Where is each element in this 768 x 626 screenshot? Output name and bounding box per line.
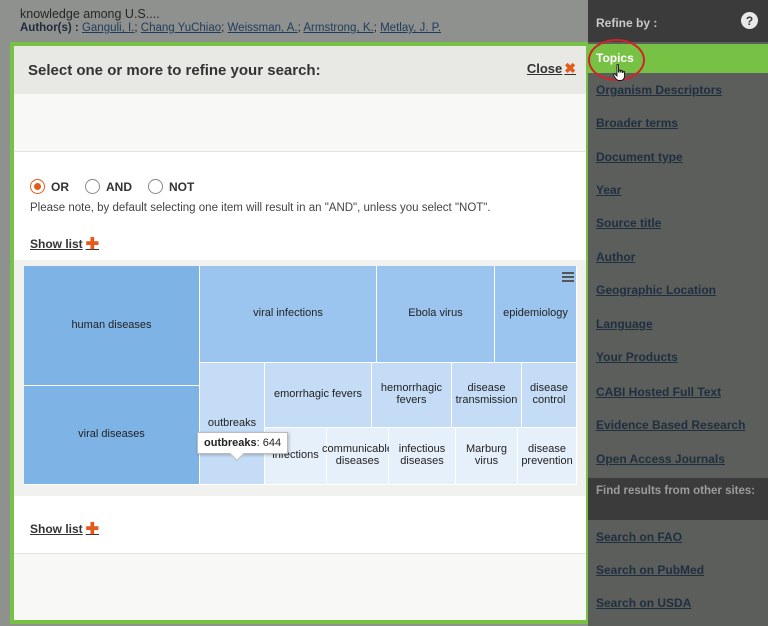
or-option[interactable]: OR bbox=[30, 179, 69, 194]
not-label[interactable]: NOT bbox=[169, 180, 194, 194]
show-list-bottom[interactable]: Show list ✚ bbox=[30, 518, 99, 538]
treemap-tile[interactable]: viral diseases bbox=[24, 386, 200, 485]
show-list-label[interactable]: Show list bbox=[30, 237, 83, 251]
author-link[interactable]: Ganguli, I. bbox=[82, 22, 134, 34]
modal-footer-panel bbox=[14, 554, 586, 620]
modal-header: Select one or more to refine your search… bbox=[14, 46, 586, 94]
refine-title: Refine by : bbox=[596, 16, 658, 30]
sidebar-item-geographic-location[interactable]: Geographic Location bbox=[596, 283, 716, 297]
sidebar-item-organism-descriptors[interactable]: Organism Descriptors bbox=[596, 83, 722, 97]
help-icon[interactable]: ? bbox=[741, 12, 758, 29]
tooltip-label: outbreaks bbox=[204, 437, 257, 449]
author-link[interactable]: Chang YuChiao bbox=[141, 22, 221, 34]
sidebar-item-document-type[interactable]: Document type bbox=[596, 150, 683, 164]
treemap-tile[interactable]: Ebola virus bbox=[377, 266, 495, 363]
sidebar-item-cabi-hosted-full-text[interactable]: CABI Hosted Full Text bbox=[596, 385, 721, 399]
close-label[interactable]: Close bbox=[527, 61, 562, 76]
sidebar-item-your-products[interactable]: Your Products bbox=[596, 350, 678, 364]
treemap-tile[interactable]: communicable diseases bbox=[322, 428, 393, 485]
sidebar-item-source-title[interactable]: Source title bbox=[596, 216, 661, 230]
refine-header: Refine by : ? bbox=[588, 0, 768, 42]
logic-operator-group: OR AND NOT bbox=[30, 179, 210, 194]
record-authors: Author(s) : Ganguli, I.; Chang YuChiao; … bbox=[20, 22, 442, 34]
show-list-top[interactable]: Show list ✚ bbox=[30, 233, 99, 253]
search-on-pubmed-link[interactable]: Search on PubMed bbox=[596, 563, 704, 577]
refine-modal: Select one or more to refine your search… bbox=[10, 42, 590, 624]
treemap-tile[interactable]: hemorrhagic fevers bbox=[372, 363, 452, 428]
modal-blank-panel bbox=[14, 94, 586, 152]
and-radio[interactable] bbox=[85, 179, 100, 194]
or-radio[interactable] bbox=[30, 179, 45, 194]
treemap-tile[interactable]: emorrhagic fevers bbox=[265, 363, 372, 428]
search-on-fao-link[interactable]: Search on FAO bbox=[596, 530, 682, 544]
sidebar-item-open-access-journals[interactable]: Open Access Journals bbox=[596, 452, 725, 466]
treemap-tile[interactable]: human diseases bbox=[24, 266, 200, 386]
modal-title: Select one or more to refine your search… bbox=[28, 62, 321, 79]
record-title-fragment: knowledge among U.S.... bbox=[20, 7, 160, 21]
treemap-tile[interactable]: outbreaks bbox=[200, 363, 265, 485]
logic-note: Please note, by default selecting one it… bbox=[30, 202, 491, 214]
treemap-tooltip: outbreaks: 644 bbox=[197, 432, 289, 454]
search-on-usda-link[interactable]: Search on USDA bbox=[596, 596, 691, 610]
treemap-tile[interactable]: Marburg virus bbox=[456, 428, 518, 485]
treemap-tile[interactable]: disease prevention bbox=[518, 428, 577, 485]
not-option[interactable]: NOT bbox=[148, 179, 194, 194]
treemap-tile[interactable]: infectious diseases bbox=[389, 428, 456, 485]
author-link[interactable]: Armstrong, K. bbox=[303, 22, 373, 34]
sidebar-item-year[interactable]: Year bbox=[596, 183, 621, 197]
chart-menu-icon[interactable] bbox=[562, 272, 574, 282]
close-button[interactable]: Close ✖ bbox=[527, 60, 576, 77]
close-icon[interactable]: ✖ bbox=[564, 60, 576, 76]
other-sites-header: Find results from other sites: bbox=[588, 478, 768, 520]
topics-treemap: human diseases viral infections Ebola vi… bbox=[24, 266, 577, 485]
not-radio[interactable] bbox=[148, 179, 163, 194]
plus-icon[interactable]: ✚ bbox=[86, 521, 99, 538]
author-link[interactable]: Weissman, A. bbox=[228, 22, 298, 34]
refine-sidebar: Refine by : ? Topics Organism Descriptor… bbox=[588, 0, 768, 626]
treemap-tile[interactable]: disease transmission bbox=[452, 363, 522, 428]
treemap-tile[interactable]: viral infections bbox=[200, 266, 377, 363]
or-label[interactable]: OR bbox=[51, 180, 69, 194]
author-link[interactable]: Metlay, J. P. bbox=[380, 22, 441, 34]
show-list-label[interactable]: Show list bbox=[30, 522, 83, 536]
sidebar-item-language[interactable]: Language bbox=[596, 317, 653, 331]
tooltip-value: 644 bbox=[262, 437, 282, 449]
authors-label: Author(s) : bbox=[20, 22, 79, 34]
treemap-tile[interactable]: disease control bbox=[522, 363, 577, 428]
plus-icon[interactable]: ✚ bbox=[86, 236, 99, 253]
sidebar-item-evidence-based-research[interactable]: Evidence Based Research bbox=[596, 418, 745, 432]
sidebar-item-author[interactable]: Author bbox=[596, 250, 635, 264]
hand-cursor-icon bbox=[612, 64, 625, 81]
and-option[interactable]: AND bbox=[85, 179, 132, 194]
sidebar-item-broader-terms[interactable]: Broader terms bbox=[596, 116, 678, 130]
and-label[interactable]: AND bbox=[106, 180, 132, 194]
